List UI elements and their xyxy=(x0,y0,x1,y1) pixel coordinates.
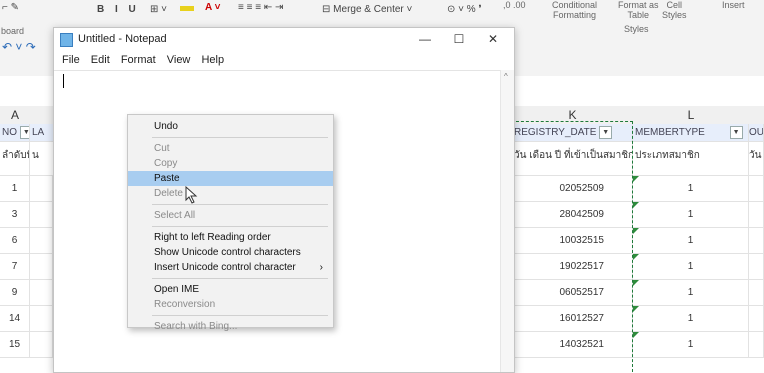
font-style-buttons[interactable]: B I U xyxy=(97,4,140,15)
menu-item-paste[interactable]: Paste xyxy=(128,171,333,186)
membertype-cell[interactable]: 1 xyxy=(633,254,749,280)
notepad-app-icon xyxy=(60,33,73,47)
text-caret xyxy=(63,74,64,88)
close-button[interactable]: ✕ xyxy=(476,28,510,50)
membertype-cell[interactable]: 1 xyxy=(633,306,749,332)
row-b-cell[interactable] xyxy=(30,254,53,280)
menu-separator xyxy=(152,204,328,205)
paste-brush-icon[interactable]: ⌐ ✎ xyxy=(2,2,19,13)
row-no-cell[interactable]: 1 xyxy=(0,176,30,202)
menu-item-undo[interactable]: Undo xyxy=(128,119,333,134)
font-color-icon[interactable]: A ˅ xyxy=(205,2,220,13)
row-b-cell[interactable] xyxy=(30,228,53,254)
scroll-up-icon[interactable]: ^ xyxy=(504,72,508,81)
ou-cell[interactable] xyxy=(749,228,764,254)
notepad-menubar: File Edit Format View Help xyxy=(62,52,232,68)
menu-item-copy[interactable]: Copy xyxy=(128,156,333,171)
fill-color-icon[interactable] xyxy=(180,6,194,11)
menu-item-select-all[interactable]: Select All xyxy=(128,208,333,223)
error-indicator-icon xyxy=(633,228,639,234)
error-indicator-icon xyxy=(633,176,639,182)
menu-edit[interactable]: Edit xyxy=(91,54,110,66)
ou-cell[interactable] xyxy=(749,306,764,332)
ou-cell[interactable] xyxy=(749,280,764,306)
menu-file[interactable]: File xyxy=(62,54,80,66)
merge-center-button[interactable]: ⊟ Merge & Center ˅ xyxy=(322,4,412,15)
submenu-arrow-icon: › xyxy=(319,262,323,273)
notepad-titlebar[interactable]: Untitled - Notepad — ☐ ✕ xyxy=(54,28,514,50)
copy-marquee xyxy=(511,121,633,372)
error-indicator-icon xyxy=(633,202,639,208)
row-no-cell[interactable]: 14 xyxy=(0,306,30,332)
number-format-icons[interactable]: ⊙ ˅ % ❜ xyxy=(447,4,482,15)
error-indicator-icon xyxy=(633,280,639,286)
context-menu: Undo Cut Copy Paste Delete Select All Ri… xyxy=(127,114,334,332)
conditional-formatting-button[interactable]: Conditional Formatting xyxy=(552,0,597,20)
menu-item-reconversion[interactable]: Reconversion xyxy=(128,297,333,312)
format-as-table-button[interactable]: Format as Table xyxy=(618,0,659,20)
membertype-cell[interactable]: 1 xyxy=(633,332,749,358)
ou-cell[interactable] xyxy=(749,202,764,228)
row-b-cell[interactable] xyxy=(30,332,53,358)
menu-format[interactable]: Format xyxy=(121,54,156,66)
error-indicator-icon xyxy=(633,254,639,260)
menu-item-show-unicode[interactable]: Show Unicode control characters xyxy=(128,245,333,260)
row-b-cell[interactable] xyxy=(30,280,53,306)
row-b-cell[interactable] xyxy=(30,176,53,202)
borders-icon[interactable]: ⊞ ˅ xyxy=(150,4,167,15)
menu-separator xyxy=(152,137,328,138)
header-cell-no[interactable]: NO ▼ xyxy=(0,124,30,142)
undo-redo-icons[interactable]: ↶ ˅ ↷ xyxy=(2,40,36,54)
align-icons[interactable]: ≡ ≡ ≡ ⇤ ⇥ xyxy=(238,2,283,13)
styles-group-label: Styles xyxy=(624,24,649,34)
ou-cell[interactable] xyxy=(749,176,764,202)
menu-item-open-ime[interactable]: Open IME xyxy=(128,282,333,297)
insert-button[interactable]: Insert xyxy=(722,0,745,10)
menu-separator xyxy=(152,315,328,316)
menu-view[interactable]: View xyxy=(167,54,191,66)
menu-item-cut[interactable]: Cut xyxy=(128,141,333,156)
vertical-scrollbar[interactable]: ^ xyxy=(500,70,514,372)
column-a-header[interactable]: A xyxy=(0,106,31,125)
thai-cell-l[interactable]: ประเภทสมาชิก xyxy=(633,142,749,176)
ou-cell[interactable] xyxy=(749,254,764,280)
error-indicator-icon xyxy=(633,332,639,338)
membertype-cell[interactable]: 1 xyxy=(633,202,749,228)
menu-help[interactable]: Help xyxy=(201,54,224,66)
error-indicator-icon xyxy=(633,306,639,312)
column-m-header[interactable] xyxy=(749,106,764,125)
mouse-pointer-icon xyxy=(185,186,198,204)
ou-cell[interactable] xyxy=(749,332,764,358)
membertype-cell[interactable]: 1 xyxy=(633,280,749,306)
menu-item-insert-unicode[interactable]: Insert Unicode control character › xyxy=(128,260,333,275)
menu-item-search-bing[interactable]: Search with Bing... xyxy=(128,319,333,334)
membertype-cell[interactable]: 1 xyxy=(633,176,749,202)
membertype-cell[interactable]: 1 xyxy=(633,228,749,254)
header-cell-ou[interactable]: OU xyxy=(749,124,764,142)
menu-item-delete[interactable]: Delete xyxy=(128,186,333,201)
maximize-button[interactable]: ☐ xyxy=(442,28,476,50)
row-no-cell[interactable]: 6 xyxy=(0,228,30,254)
filter-dropdown-icon[interactable]: ▼ xyxy=(729,125,743,139)
row-no-cell[interactable]: 15 xyxy=(0,332,30,358)
menu-separator xyxy=(152,278,328,279)
clipboard-group-label: board xyxy=(1,26,25,36)
row-no-cell[interactable]: 3 xyxy=(0,202,30,228)
window-title: Untitled - Notepad xyxy=(78,33,167,45)
thai-cell-a[interactable]: ลำดับที่ xyxy=(0,142,30,176)
thai-cell-m[interactable]: วัน xyxy=(749,142,764,176)
row-no-cell[interactable]: 9 xyxy=(0,280,30,306)
cell-styles-button[interactable]: Cell Styles xyxy=(662,0,687,20)
row-b-cell[interactable] xyxy=(30,202,53,228)
header-cell-membertype[interactable]: MEMBERTYPE ▼ xyxy=(633,124,749,142)
minimize-button[interactable]: — xyxy=(408,28,442,50)
decimal-icons[interactable]: ,0 .00 xyxy=(503,0,526,10)
menu-item-rtl-reading-order[interactable]: Right to left Reading order xyxy=(128,230,333,245)
column-l-header[interactable]: L xyxy=(633,106,750,125)
row-no-cell[interactable]: 7 xyxy=(0,254,30,280)
row-b-cell[interactable] xyxy=(30,306,53,332)
menu-separator xyxy=(152,226,328,227)
filter-dropdown-icon[interactable]: ▼ xyxy=(19,125,29,139)
